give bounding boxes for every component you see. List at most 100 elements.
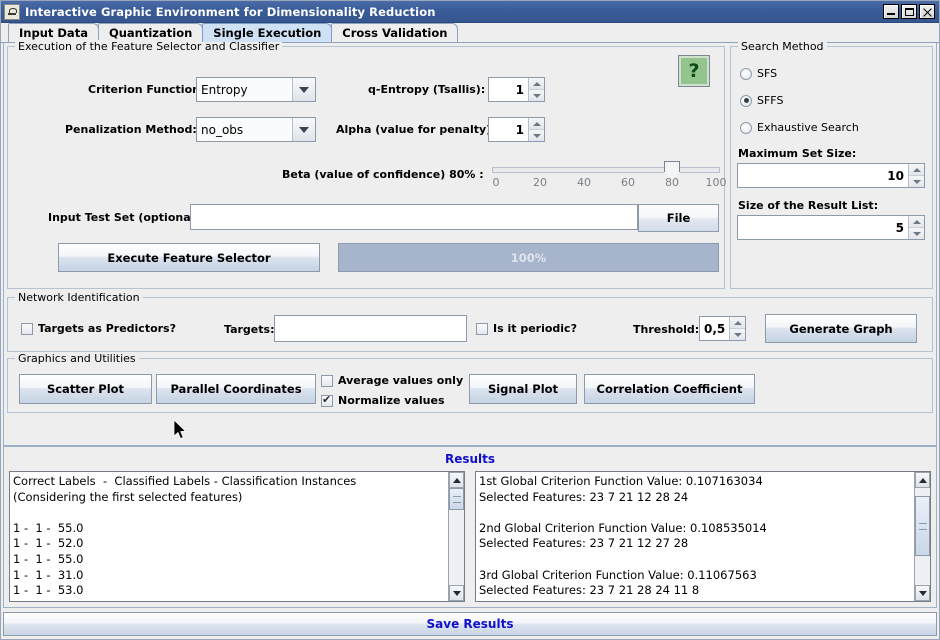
parallel-coordinates-button[interactable]: Parallel Coordinates xyxy=(156,374,316,404)
beta-slider-ticks: 0 20 40 60 80 100 xyxy=(486,176,727,190)
network-identification-group: Network Identification Targets as Predic… xyxy=(7,291,933,352)
graphics-utilities-legend: Graphics and Utilities xyxy=(15,352,139,365)
threshold-decrement[interactable] xyxy=(730,328,746,340)
input-test-set-field[interactable] xyxy=(190,204,638,230)
radio-exhaustive-search-indicator[interactable] xyxy=(740,121,752,134)
criterion-function-value: Entropy xyxy=(197,78,292,101)
left-results-scrollbar[interactable] xyxy=(448,472,464,601)
threshold-spinner[interactable]: 0,5 xyxy=(699,316,746,341)
alpha-spinner[interactable]: 1 xyxy=(488,117,545,142)
average-values-only-box[interactable] xyxy=(321,374,333,387)
targets-as-predictors-label: Targets as Predictors? xyxy=(38,322,176,335)
threshold-label: Threshold: xyxy=(633,323,700,336)
radio-exhaustive-search[interactable]: Exhaustive Search xyxy=(740,121,926,134)
correlation-coefficient-button[interactable]: Correlation Coefficient xyxy=(584,374,755,404)
scroll-up-icon[interactable] xyxy=(449,472,464,488)
beta-tick-60: 60 xyxy=(621,176,635,189)
graphics-utilities-group: Graphics and Utilities Scatter Plot Para… xyxy=(7,352,933,413)
q-entropy-spinner[interactable]: 1 xyxy=(488,77,545,102)
is-periodic-checkbox[interactable]: Is it periodic? xyxy=(476,322,577,335)
tab-filler xyxy=(457,41,939,42)
search-method-legend: Search Method xyxy=(738,40,827,53)
search-method-pane: Search Method SFS SFFS Exhaustive Search… xyxy=(730,40,933,295)
radio-exhaustive-search-label: Exhaustive Search xyxy=(757,121,859,134)
threshold-increment[interactable] xyxy=(730,317,746,328)
scatter-plot-button[interactable]: Scatter Plot xyxy=(19,374,152,404)
alpha-decrement[interactable] xyxy=(529,129,544,141)
close-button[interactable] xyxy=(919,4,935,19)
beta-slider-track[interactable] xyxy=(492,167,720,173)
results-title: Results xyxy=(444,452,496,466)
left-results-textarea-wrapper: Correct Labels - Classified Labels - Cla… xyxy=(9,471,465,602)
progress-label: 100% xyxy=(510,250,547,265)
radio-sffs[interactable]: SFFS xyxy=(740,94,926,107)
chevron-down-icon[interactable] xyxy=(292,118,315,141)
maximize-button[interactable] xyxy=(901,4,917,19)
beta-slider[interactable]: 0 20 40 60 80 100 xyxy=(486,159,727,198)
tab-cross-validation[interactable]: Cross Validation xyxy=(331,23,459,42)
right-scroll-thumb[interactable] xyxy=(915,496,930,556)
alpha-value: 1 xyxy=(489,118,528,141)
save-results-button[interactable]: Save Results xyxy=(3,612,937,636)
input-test-set-label: Input Test Set (optional): xyxy=(48,211,204,224)
max-set-size-label: Maximum Set Size: xyxy=(738,147,857,160)
window-controls xyxy=(883,4,937,19)
beta-tick-0: 0 xyxy=(492,176,500,189)
generate-graph-button[interactable]: Generate Graph xyxy=(765,314,917,343)
search-method-group: Search Method SFS SFFS Exhaustive Search… xyxy=(730,40,933,289)
chevron-down-icon[interactable] xyxy=(292,78,315,101)
execution-group: Execution of the Feature Selector and Cl… xyxy=(7,40,727,289)
mouse-cursor xyxy=(173,419,188,443)
normalize-values-box[interactable] xyxy=(321,394,333,407)
tab-single-execution[interactable]: Single Execution xyxy=(202,23,333,42)
execution-pane: Execution of the Feature Selector and Cl… xyxy=(7,40,727,295)
max-set-size-spinner[interactable]: 10 xyxy=(737,163,925,188)
left-scroll-track[interactable] xyxy=(449,488,464,585)
top-row: Execution of the Feature Selector and Cl… xyxy=(7,40,933,295)
normalize-values-label: Normalize values xyxy=(338,394,445,407)
minimize-button[interactable] xyxy=(883,4,899,19)
radio-sfs[interactable]: SFS xyxy=(740,67,926,80)
network-identification-legend: Network Identification xyxy=(15,291,143,304)
beta-tick-40: 40 xyxy=(577,176,591,189)
result-list-size-spinner[interactable]: 5 xyxy=(737,215,925,240)
scroll-down-icon[interactable] xyxy=(915,585,930,601)
title-bar: Interactive Graphic Environment for Dime… xyxy=(1,1,939,23)
execution-progress-bar: 100% xyxy=(338,243,719,272)
penalization-method-value: no_obs xyxy=(197,118,292,141)
average-values-only-checkbox[interactable]: Average values only xyxy=(321,374,463,387)
targets-as-predictors-box[interactable] xyxy=(21,322,33,335)
scroll-up-icon[interactable] xyxy=(915,472,930,488)
left-scroll-thumb[interactable] xyxy=(449,488,464,510)
app-icon xyxy=(4,3,20,20)
alpha-increment[interactable] xyxy=(529,118,544,129)
q-entropy-increment[interactable] xyxy=(529,78,544,89)
average-values-only-label: Average values only xyxy=(338,374,464,387)
threshold-value: 0,5 xyxy=(700,317,730,340)
is-periodic-box[interactable] xyxy=(476,322,488,335)
right-results-scrollbar[interactable] xyxy=(914,472,930,601)
targets-as-predictors-checkbox[interactable]: Targets as Predictors? xyxy=(21,322,176,335)
right-results-textarea[interactable]: 1st Global Criterion Function Value: 0.1… xyxy=(476,472,914,601)
q-entropy-value: 1 xyxy=(489,78,528,101)
result-list-size-decrement[interactable] xyxy=(909,227,924,239)
radio-sfs-indicator[interactable] xyxy=(740,67,752,80)
max-set-size-value: 10 xyxy=(738,164,908,187)
criterion-function-combo[interactable]: Entropy xyxy=(196,77,316,102)
beta-tick-80: 80 xyxy=(665,176,679,189)
scroll-down-icon[interactable] xyxy=(449,585,464,601)
result-list-size-increment[interactable] xyxy=(909,216,924,227)
max-set-size-decrement[interactable] xyxy=(909,175,924,187)
execute-feature-selector-button[interactable]: Execute Feature Selector xyxy=(58,243,320,272)
penalization-method-combo[interactable]: no_obs xyxy=(196,117,316,142)
targets-field[interactable] xyxy=(274,315,467,342)
radio-sffs-label: SFFS xyxy=(757,94,784,107)
signal-plot-button[interactable]: Signal Plot xyxy=(469,374,577,404)
file-button[interactable]: File xyxy=(638,204,719,232)
normalize-values-checkbox[interactable]: Normalize values xyxy=(321,394,445,407)
radio-sffs-indicator[interactable] xyxy=(740,94,752,107)
max-set-size-increment[interactable] xyxy=(909,164,924,175)
q-entropy-decrement[interactable] xyxy=(529,89,544,101)
left-results-textarea[interactable]: Correct Labels - Classified Labels - Cla… xyxy=(10,472,448,601)
right-scroll-track[interactable] xyxy=(915,488,930,585)
